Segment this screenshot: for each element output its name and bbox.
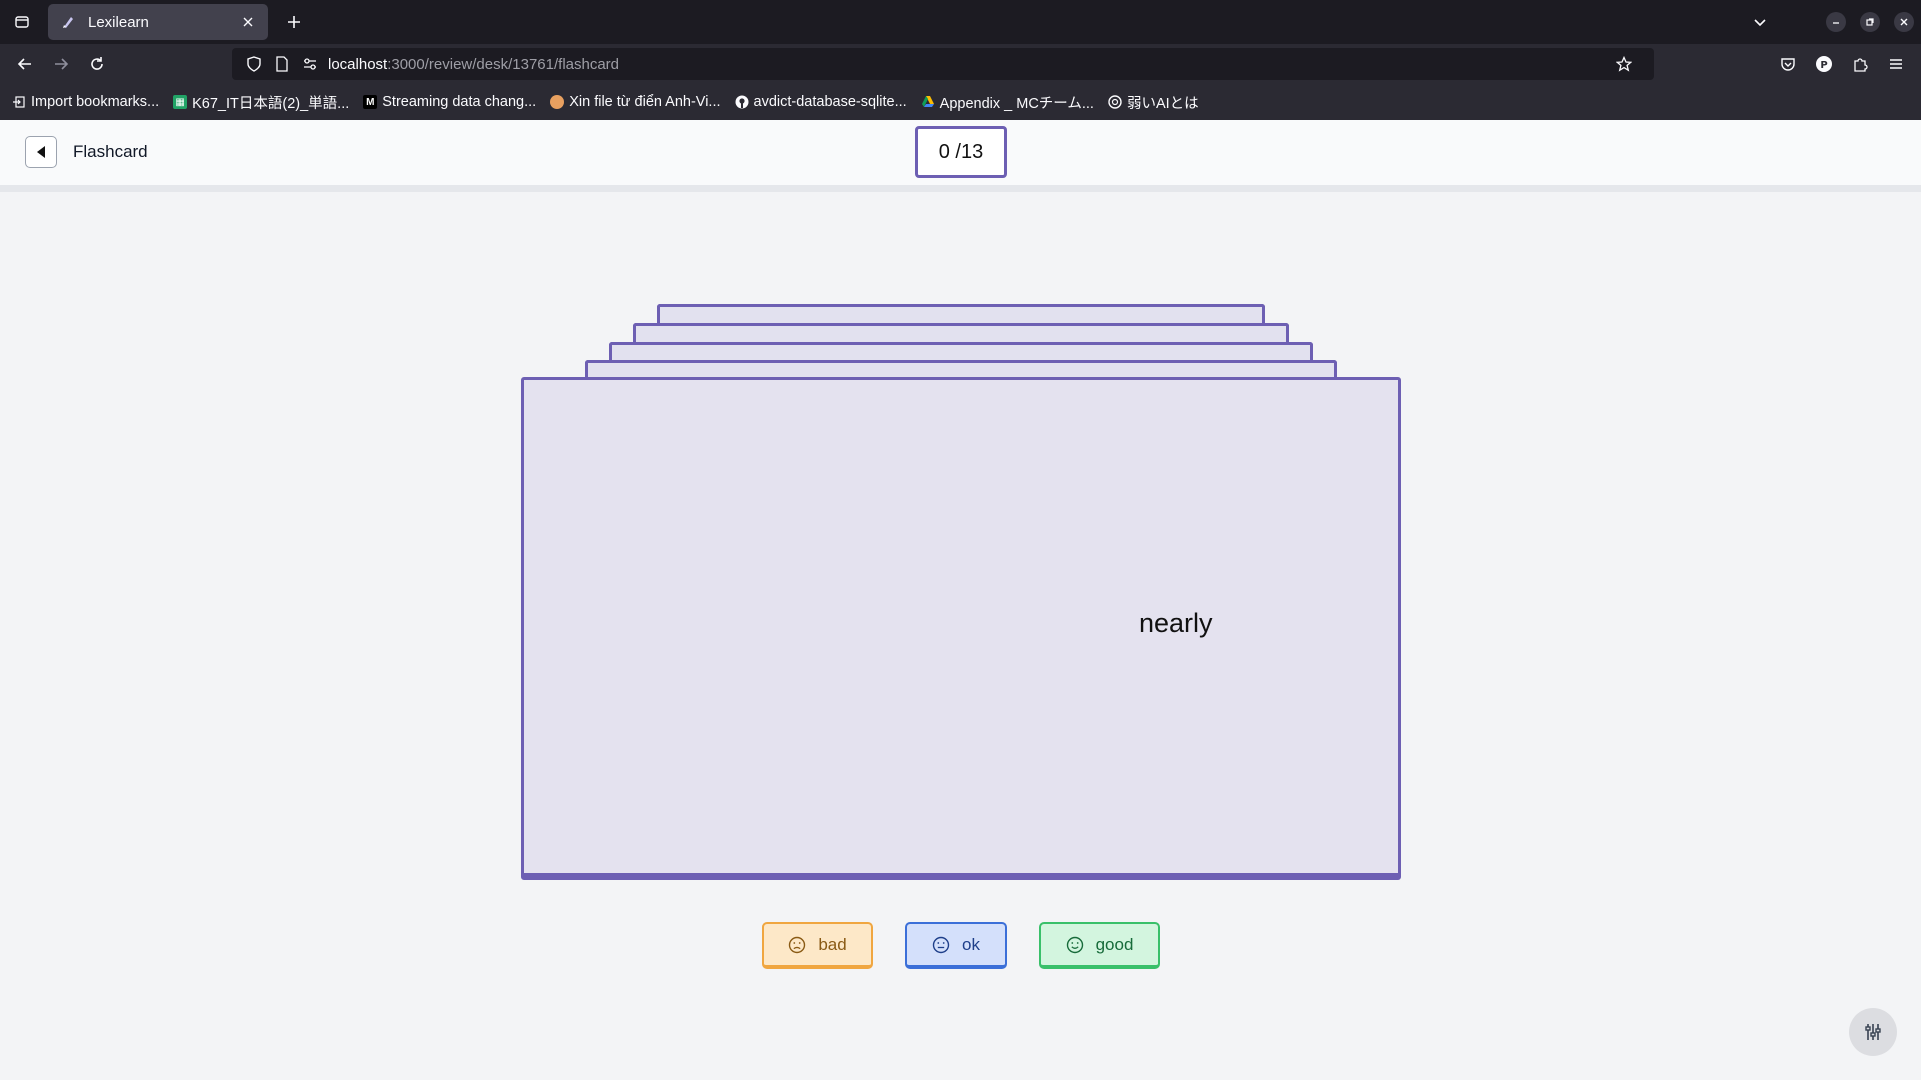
bookmark-item[interactable]: ▦ K67_IT日本語(2)_単語... xyxy=(173,92,349,113)
extensions-button[interactable] xyxy=(1846,50,1874,78)
url-host: localhost xyxy=(328,55,388,73)
close-window-button[interactable] xyxy=(1894,12,1914,32)
rate-bad-button[interactable]: bad xyxy=(762,922,873,969)
browser-navbar: localhost:3000/review/desk/13761/flashca… xyxy=(0,44,1921,84)
arrow-left-icon xyxy=(17,58,31,70)
app-header: Flashcard 0 /13 xyxy=(0,120,1921,186)
bookmark-item[interactable]: Import bookmarks... xyxy=(12,94,159,110)
app-page: Flashcard 0 /13 nearly bad ok good xyxy=(0,120,1921,1080)
bookmark-item[interactable]: Xin file từ điển Anh-Vi... xyxy=(550,94,721,110)
arrow-right-icon xyxy=(55,58,69,70)
page-icon[interactable] xyxy=(272,54,292,74)
bookmark-star-icon[interactable] xyxy=(1614,54,1634,74)
minimize-window-button[interactable] xyxy=(1826,12,1846,32)
pocket-button[interactable] xyxy=(1774,50,1802,78)
rate-good-label: good xyxy=(1095,934,1134,954)
smiley-neutral-icon xyxy=(932,936,950,953)
bookmarks-bar: Import bookmarks... ▦ K67_IT日本語(2)_単語...… xyxy=(0,84,1921,120)
avatar-icon xyxy=(550,95,565,109)
browser-tab-active[interactable]: Lexilearn xyxy=(48,4,268,40)
tab-list-button[interactable] xyxy=(8,8,36,36)
import-icon xyxy=(12,95,26,109)
rate-ok-label: ok xyxy=(962,934,980,954)
address-bar[interactable]: localhost:3000/review/desk/13761/flashca… xyxy=(232,48,1654,80)
sheets-icon: ▦ xyxy=(173,95,188,109)
close-icon xyxy=(1900,18,1908,26)
close-tab-icon[interactable] xyxy=(240,14,256,30)
flashcard-word: nearly xyxy=(1139,608,1213,638)
drive-icon xyxy=(921,95,935,109)
back-nav-button[interactable] xyxy=(25,136,57,168)
forward-button[interactable] xyxy=(47,50,75,78)
permissions-icon[interactable] xyxy=(300,54,320,74)
pocket-icon xyxy=(1781,58,1795,71)
account-button[interactable]: P xyxy=(1810,50,1838,78)
chevron-down-icon xyxy=(1754,19,1766,27)
restore-window-button[interactable] xyxy=(1860,12,1880,32)
tab-title: Lexilearn xyxy=(88,13,149,31)
restore-icon xyxy=(1866,18,1874,26)
bookmark-label: K67_IT日本語(2)_単語... xyxy=(192,95,350,112)
sliders-icon xyxy=(1865,1024,1881,1040)
reload-button[interactable] xyxy=(83,50,111,78)
page-title: Flashcard xyxy=(73,142,148,161)
smiley-happy-icon xyxy=(1066,936,1083,953)
tab-list-icon xyxy=(15,16,29,28)
medium-icon: M xyxy=(363,95,378,109)
bookmark-label: Import bookmarks... xyxy=(31,94,160,110)
bookmark-label: 弱いAIとは xyxy=(1126,95,1199,112)
svg-text:P: P xyxy=(1820,60,1827,71)
rate-good-button[interactable]: good xyxy=(1039,922,1160,969)
rate-bad-label: bad xyxy=(818,934,847,954)
bookmark-item[interactable]: avdict-database-sqlite... xyxy=(735,94,907,110)
hamburger-icon xyxy=(1890,59,1902,69)
openai-icon xyxy=(1108,95,1122,109)
smiley-sad-icon xyxy=(789,936,806,953)
list-all-tabs-button[interactable] xyxy=(1746,8,1774,36)
caret-left-icon xyxy=(37,146,45,158)
browser-tabbar: Lexilearn xyxy=(0,0,1921,44)
url-path: :3000/review/desk/13761/flashcard xyxy=(387,55,620,73)
github-icon xyxy=(735,95,749,109)
lexilearn-favicon-icon xyxy=(60,14,76,30)
reload-icon xyxy=(91,57,103,70)
bookmark-label: Appendix _ MCチーム... xyxy=(939,95,1094,112)
app-menu-button[interactable] xyxy=(1882,50,1910,78)
progress-counter: 0 /13 xyxy=(915,126,1007,178)
bookmark-label: avdict-database-sqlite... xyxy=(753,94,907,110)
plus-icon xyxy=(288,16,300,28)
bookmark-item[interactable]: M Streaming data chang... xyxy=(363,94,536,110)
rate-ok-button[interactable]: ok xyxy=(905,922,1007,969)
shield-icon[interactable] xyxy=(244,54,264,74)
url-text[interactable]: localhost:3000/review/desk/13761/flashca… xyxy=(328,56,1614,73)
puzzle-icon xyxy=(1854,58,1868,72)
minimize-icon xyxy=(1833,22,1839,24)
bookmark-label: Xin file từ điển Anh-Vi... xyxy=(569,94,721,110)
new-tab-button[interactable] xyxy=(280,8,308,36)
profile-icon: P xyxy=(1816,56,1832,72)
back-button[interactable] xyxy=(11,50,39,78)
settings-button[interactable] xyxy=(1849,1008,1897,1056)
flashcard[interactable]: nearly xyxy=(521,377,1401,880)
bookmark-item[interactable]: Appendix _ MCチーム... xyxy=(921,92,1094,113)
bookmark-label: Streaming data chang... xyxy=(382,94,537,110)
bookmark-item[interactable]: 弱いAIとは xyxy=(1108,92,1199,113)
